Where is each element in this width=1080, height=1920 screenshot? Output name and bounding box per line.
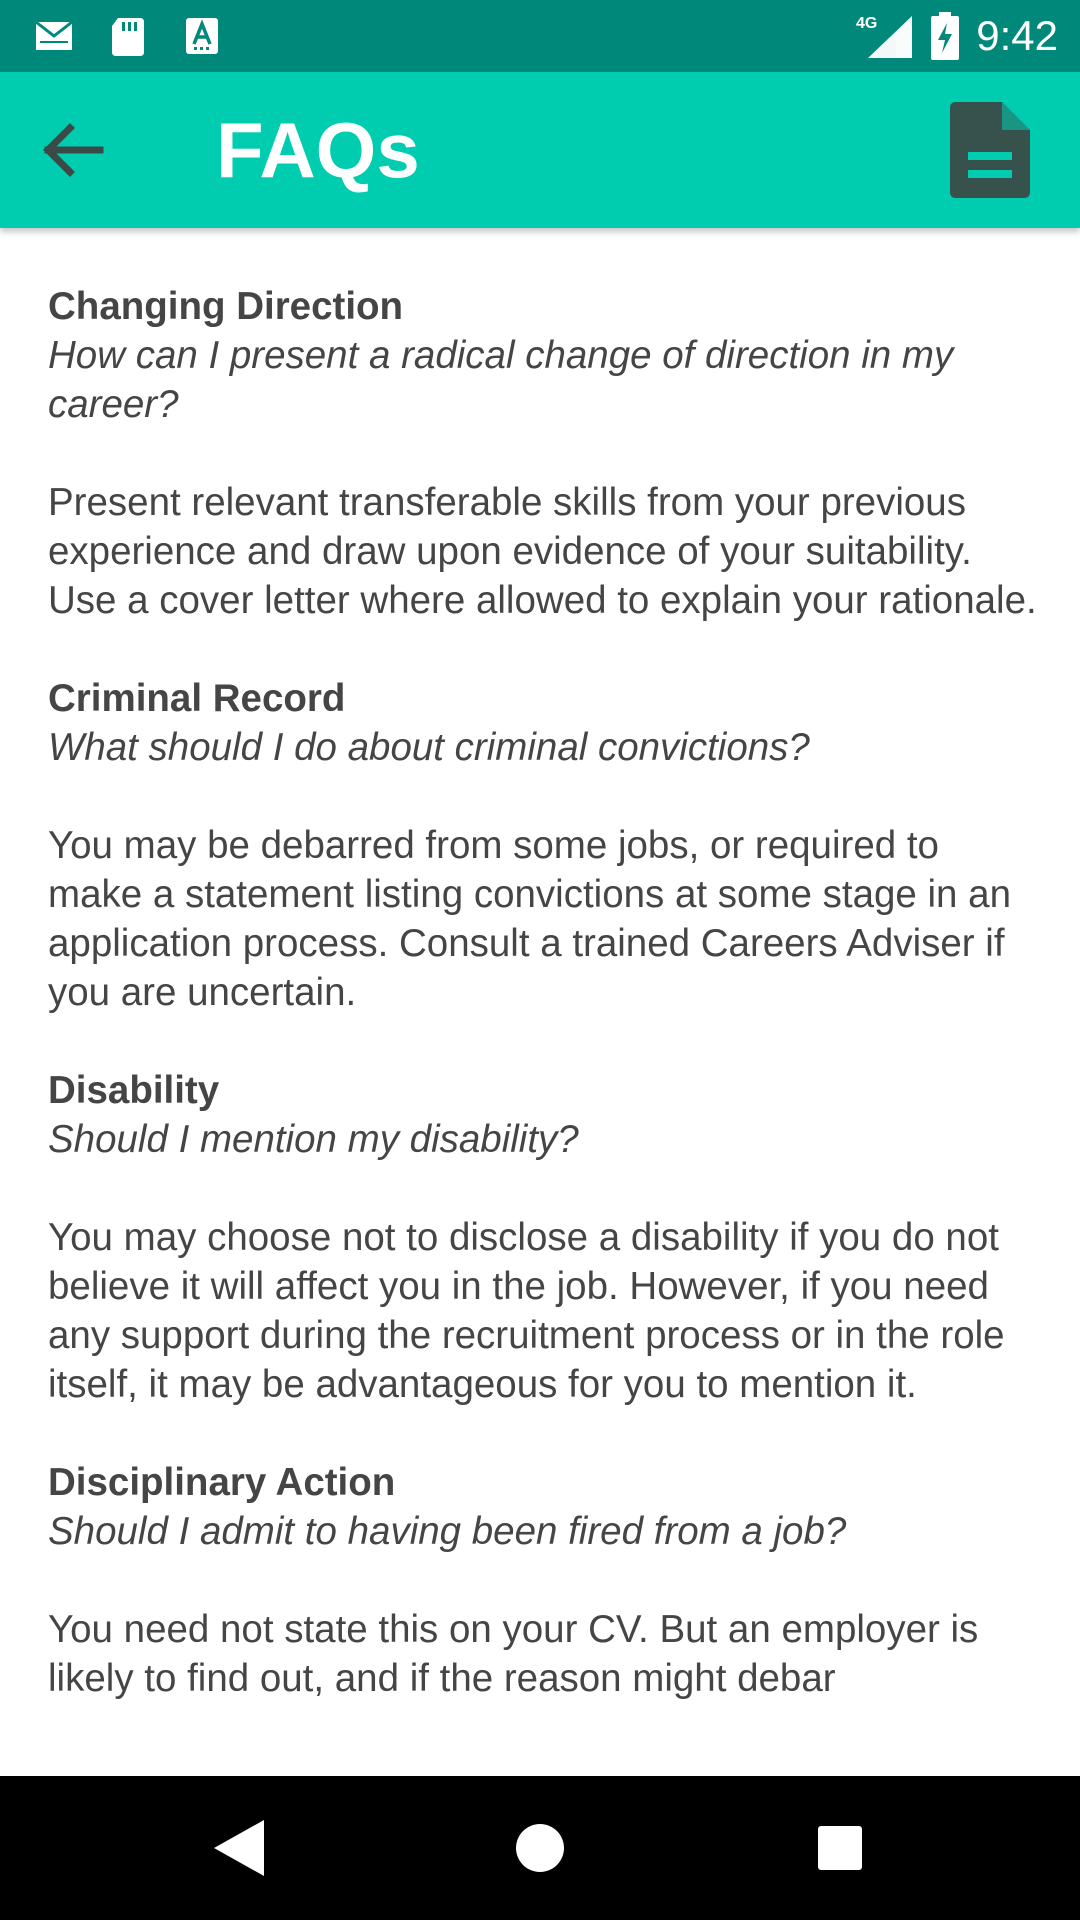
sd-card-icon (112, 18, 144, 56)
faq-item: Disability Should I mention my disabilit… (48, 1066, 1038, 1409)
faq-topic: Disability (48, 1069, 220, 1112)
faq-content[interactable]: Changing Direction How can I present a r… (0, 228, 1080, 1776)
status-time: 9:42 (976, 12, 1058, 59)
faq-question: How can I present a radical change of di… (48, 334, 954, 426)
faq-topic: Disciplinary Action (48, 1461, 396, 1504)
page-title: FAQs (216, 106, 420, 194)
system-nav-bar (0, 1776, 1080, 1920)
status-system-icons: 4G 9:42 (856, 0, 1058, 72)
arrow-back-icon (43, 123, 104, 177)
nav-back-icon (214, 1820, 264, 1876)
faq-question: Should I mention my disability? (48, 1118, 579, 1161)
document-button[interactable] (940, 98, 1040, 202)
faq-answer: Present relevant transferable skills fro… (48, 481, 1037, 622)
nav-back-button[interactable] (190, 1798, 290, 1898)
faq-list: Changing Direction How can I present a r… (48, 282, 1038, 1752)
faq-screen: 4G 9:42 FAQs Changing Direction How can … (0, 0, 1080, 1920)
faq-topic: Changing Direction (48, 285, 404, 328)
faq-item: Criminal Record What should I do about c… (48, 674, 1038, 1017)
battery-charging-icon (931, 12, 960, 60)
faq-item: Changing Direction How can I present a r… (48, 282, 1038, 625)
faq-question: What should I do about criminal convicti… (48, 726, 810, 769)
back-button[interactable] (28, 106, 116, 194)
status-notification-icons (32, 14, 224, 58)
faq-topic: Criminal Record (48, 677, 346, 720)
document-icon (950, 102, 1030, 198)
nav-home-icon (516, 1824, 564, 1872)
network-type-label: 4G (856, 15, 877, 32)
nav-recents-button[interactable] (790, 1798, 890, 1898)
keyboard-a-icon (186, 18, 218, 54)
nav-recents-icon (818, 1826, 862, 1870)
faq-answer: You may be debarred from some jobs, or r… (48, 824, 1011, 1014)
signal-icon: 4G (856, 15, 913, 58)
faq-item: Disciplinary Action Should I admit to ha… (48, 1458, 1038, 1703)
faq-answer: You may choose not to disclose a disabil… (48, 1216, 1005, 1406)
nav-home-button[interactable] (490, 1798, 590, 1898)
faq-answer: You need not state this on your CV. But … (48, 1608, 979, 1700)
app-bar: FAQs (0, 72, 1080, 228)
faq-question: Should I admit to having been fired from… (48, 1510, 847, 1553)
mail-icon (35, 20, 73, 50)
status-bar: 4G 9:42 (0, 0, 1080, 72)
